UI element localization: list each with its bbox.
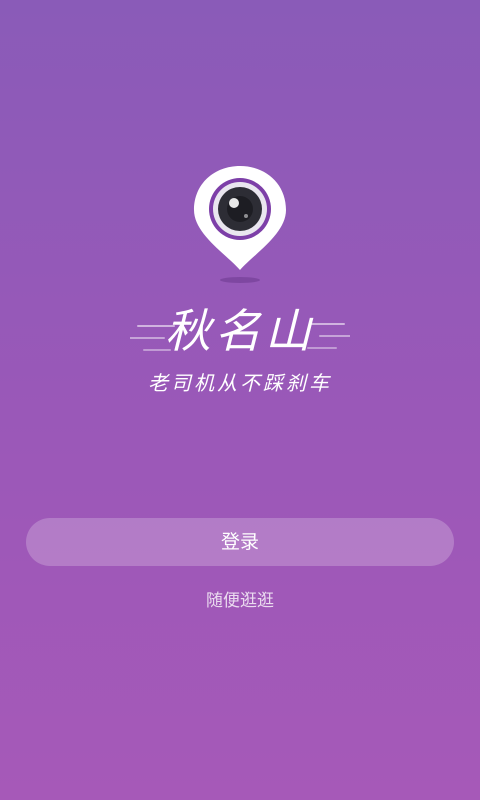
camera-location-pin-icon	[194, 166, 286, 283]
browse-as-guest-link[interactable]: 随便逛逛	[140, 586, 340, 616]
login-button[interactable]: 登录	[26, 518, 454, 566]
splash-screen: 秋名山 老司机从不踩刹车 登录 随便逛逛	[0, 0, 480, 800]
brand-title: 秋名山	[165, 304, 315, 358]
slogan-text: 老司机从不踩刹车	[148, 371, 332, 395]
